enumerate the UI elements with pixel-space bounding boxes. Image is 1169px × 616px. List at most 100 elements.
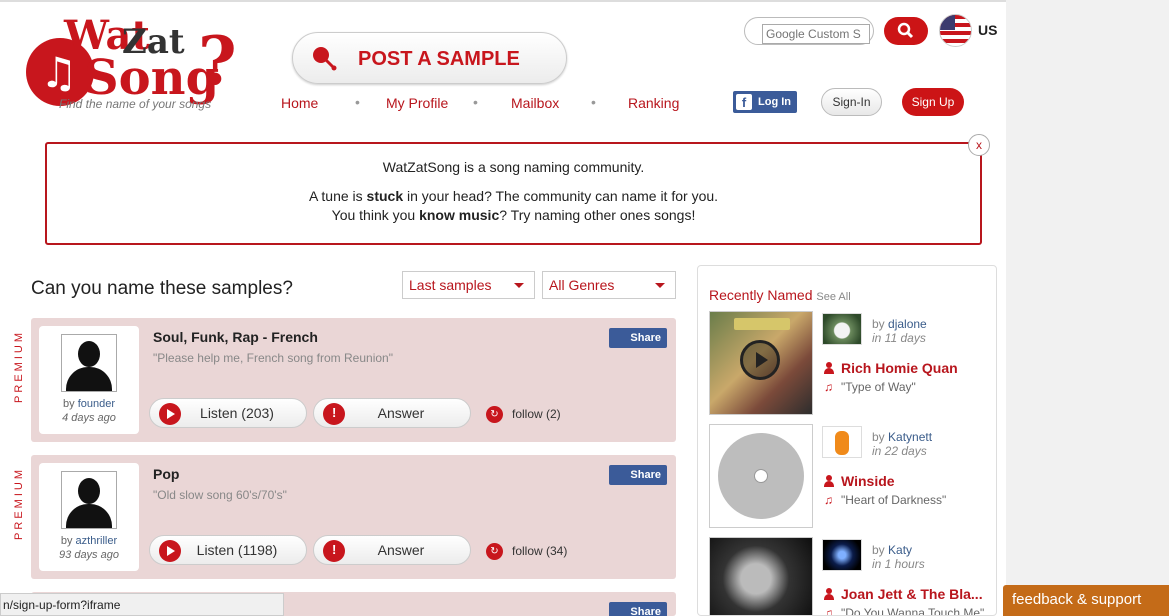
artist-link[interactable]: Winside — [824, 473, 895, 489]
us-flag-icon[interactable] — [939, 14, 972, 47]
uploader-link[interactable]: azthriller — [76, 535, 118, 547]
music-note-icon: ♫ — [824, 380, 833, 394]
named-by: by Katynett — [872, 430, 933, 444]
recent-item: by Katynett in 22 days Winside ♫ "Heart o… — [709, 424, 994, 528]
close-intro-button[interactable]: x — [968, 134, 990, 156]
post-sample-button[interactable]: POST A SAMPLE — [292, 32, 567, 84]
uploader-credit: by founder — [63, 398, 115, 410]
nav-mailbox[interactable]: Mailbox — [511, 95, 559, 111]
recently-named-heading: Recently Named See All — [709, 287, 851, 303]
listen-label: Listen (203) — [200, 405, 274, 421]
follow-link[interactable]: follow (34) — [512, 544, 567, 558]
person-icon — [824, 475, 834, 487]
answer-button[interactable]: ! Answer — [313, 398, 471, 428]
listen-button[interactable]: Listen (203) — [149, 398, 307, 428]
named-by: by Katy — [872, 543, 913, 557]
sample-card: by azthriller 93 days ago Pop "Old slow … — [31, 455, 676, 579]
artist-link[interactable]: Joan Jett & The Bla... — [824, 586, 983, 602]
album-cover[interactable] — [709, 537, 813, 615]
listen-button[interactable]: Listen (1198) — [149, 535, 307, 565]
sample-description: "Old slow song 60's/70's" — [153, 488, 287, 502]
album-cover[interactable] — [709, 424, 813, 528]
share-button[interactable]: Share — [609, 328, 667, 348]
user-avatar[interactable] — [822, 539, 862, 571]
named-in: in 1 hours — [872, 557, 925, 571]
sort-select[interactable]: Last samples — [402, 271, 535, 299]
feedback-support-button[interactable]: feedback & support — [1003, 585, 1169, 616]
see-all-link[interactable]: See All — [816, 291, 850, 303]
sign-in-button[interactable]: Sign-In — [821, 88, 882, 116]
answer-label: Answer — [377, 405, 425, 421]
sample-description: "Please help me, French song from Reunio… — [153, 351, 393, 365]
genre-select-value: All Genres — [549, 277, 615, 293]
genre-select[interactable]: All Genres — [542, 271, 676, 299]
user-link[interactable]: djalone — [888, 317, 927, 331]
music-note-icon: ♫ — [824, 493, 833, 507]
avatar[interactable] — [61, 471, 117, 529]
top-border — [0, 0, 1169, 2]
posted-ago: 4 days ago — [62, 412, 116, 424]
follow-icon[interactable]: ↻ — [486, 543, 503, 560]
nav-separator: • — [473, 94, 478, 110]
facebook-login-label: Log In — [758, 96, 791, 108]
music-note-icon: ♫ — [824, 606, 833, 616]
avatar[interactable] — [61, 334, 117, 392]
uploader-box: by azthriller 93 days ago — [39, 463, 139, 571]
locale-label[interactable]: US — [978, 22, 997, 38]
listen-label: Listen (1198) — [196, 542, 278, 558]
share-button[interactable]: Share — [609, 465, 667, 485]
samples-heading: Can you name these samples? — [31, 278, 293, 299]
nav-home[interactable]: Home — [281, 95, 318, 111]
sign-up-button[interactable]: Sign Up — [902, 88, 964, 116]
nav-my-profile[interactable]: My Profile — [386, 95, 448, 111]
nav-ranking[interactable]: Ranking — [628, 95, 679, 111]
song-title[interactable]: ♫ "Do You Wanna Touch Me" — [824, 606, 984, 616]
chevron-down-icon — [514, 283, 524, 288]
user-link[interactable]: Katynett — [888, 430, 932, 444]
intro-line-2: A tune is stuck in your head? The commun… — [308, 188, 719, 204]
uploader-box: by founder 4 days ago — [39, 326, 139, 434]
intro-line-1: WatZatSong is a song naming community. — [382, 159, 645, 175]
nav-separator: • — [355, 94, 360, 110]
browser-status-bar: n/sign-up-form?iframe — [0, 593, 284, 616]
intro-line-3: You think you know music? Try naming oth… — [331, 207, 696, 223]
named-in: in 22 days — [872, 444, 927, 458]
uploader-link[interactable]: founder — [78, 398, 115, 410]
post-sample-label: POST A SAMPLE — [358, 48, 520, 70]
user-avatar[interactable] — [822, 426, 862, 458]
recent-item: by djalone in 11 days Rich Homie Quan ♫ "… — [709, 311, 994, 415]
premium-label: PREMIUM — [13, 330, 25, 403]
sample-card: by founder 4 days ago Soul, Funk, Rap - … — [31, 318, 676, 442]
search-input[interactable] — [762, 24, 870, 44]
sample-genre[interactable]: Pop — [153, 466, 179, 482]
facebook-icon: f — [736, 94, 752, 110]
named-in: in 11 days — [872, 331, 926, 345]
page-margin-right — [1006, 0, 1169, 616]
follow-link[interactable]: follow (2) — [512, 407, 561, 421]
album-cover[interactable] — [709, 311, 813, 415]
user-avatar[interactable] — [822, 313, 862, 345]
song-title[interactable]: ♫ "Heart of Darkness" — [824, 493, 946, 507]
logo-question-mark: ? — [198, 22, 237, 100]
posted-ago: 93 days ago — [59, 549, 119, 561]
search-button[interactable] — [884, 17, 928, 45]
search-icon — [897, 22, 914, 39]
recently-named-panel: Recently Named See All by djalone in 11 … — [697, 265, 997, 616]
premium-label: PREMIUM — [13, 467, 25, 540]
microphone-icon — [313, 47, 337, 71]
song-title[interactable]: ♫ "Type of Way" — [824, 380, 916, 394]
share-button[interactable]: Share — [609, 602, 667, 616]
recent-item: by Katy in 1 hours Joan Jett & The Bla..… — [709, 537, 994, 616]
chevron-down-icon — [655, 283, 665, 288]
user-link[interactable]: Katy — [888, 543, 912, 557]
sample-genre[interactable]: Soul, Funk, Rap - French — [153, 329, 318, 345]
artist-link[interactable]: Rich Homie Quan — [824, 360, 958, 376]
intro-banner: WatZatSong is a song naming community. A… — [45, 142, 982, 245]
facebook-login-button[interactable]: f Log In — [733, 91, 797, 113]
person-icon — [824, 588, 834, 600]
answer-label: Answer — [377, 542, 425, 558]
uploader-credit: by azthriller — [60, 535, 118, 547]
follow-icon[interactable]: ↻ — [486, 406, 503, 423]
answer-button[interactable]: ! Answer — [313, 535, 471, 565]
nav-separator: • — [591, 94, 596, 110]
